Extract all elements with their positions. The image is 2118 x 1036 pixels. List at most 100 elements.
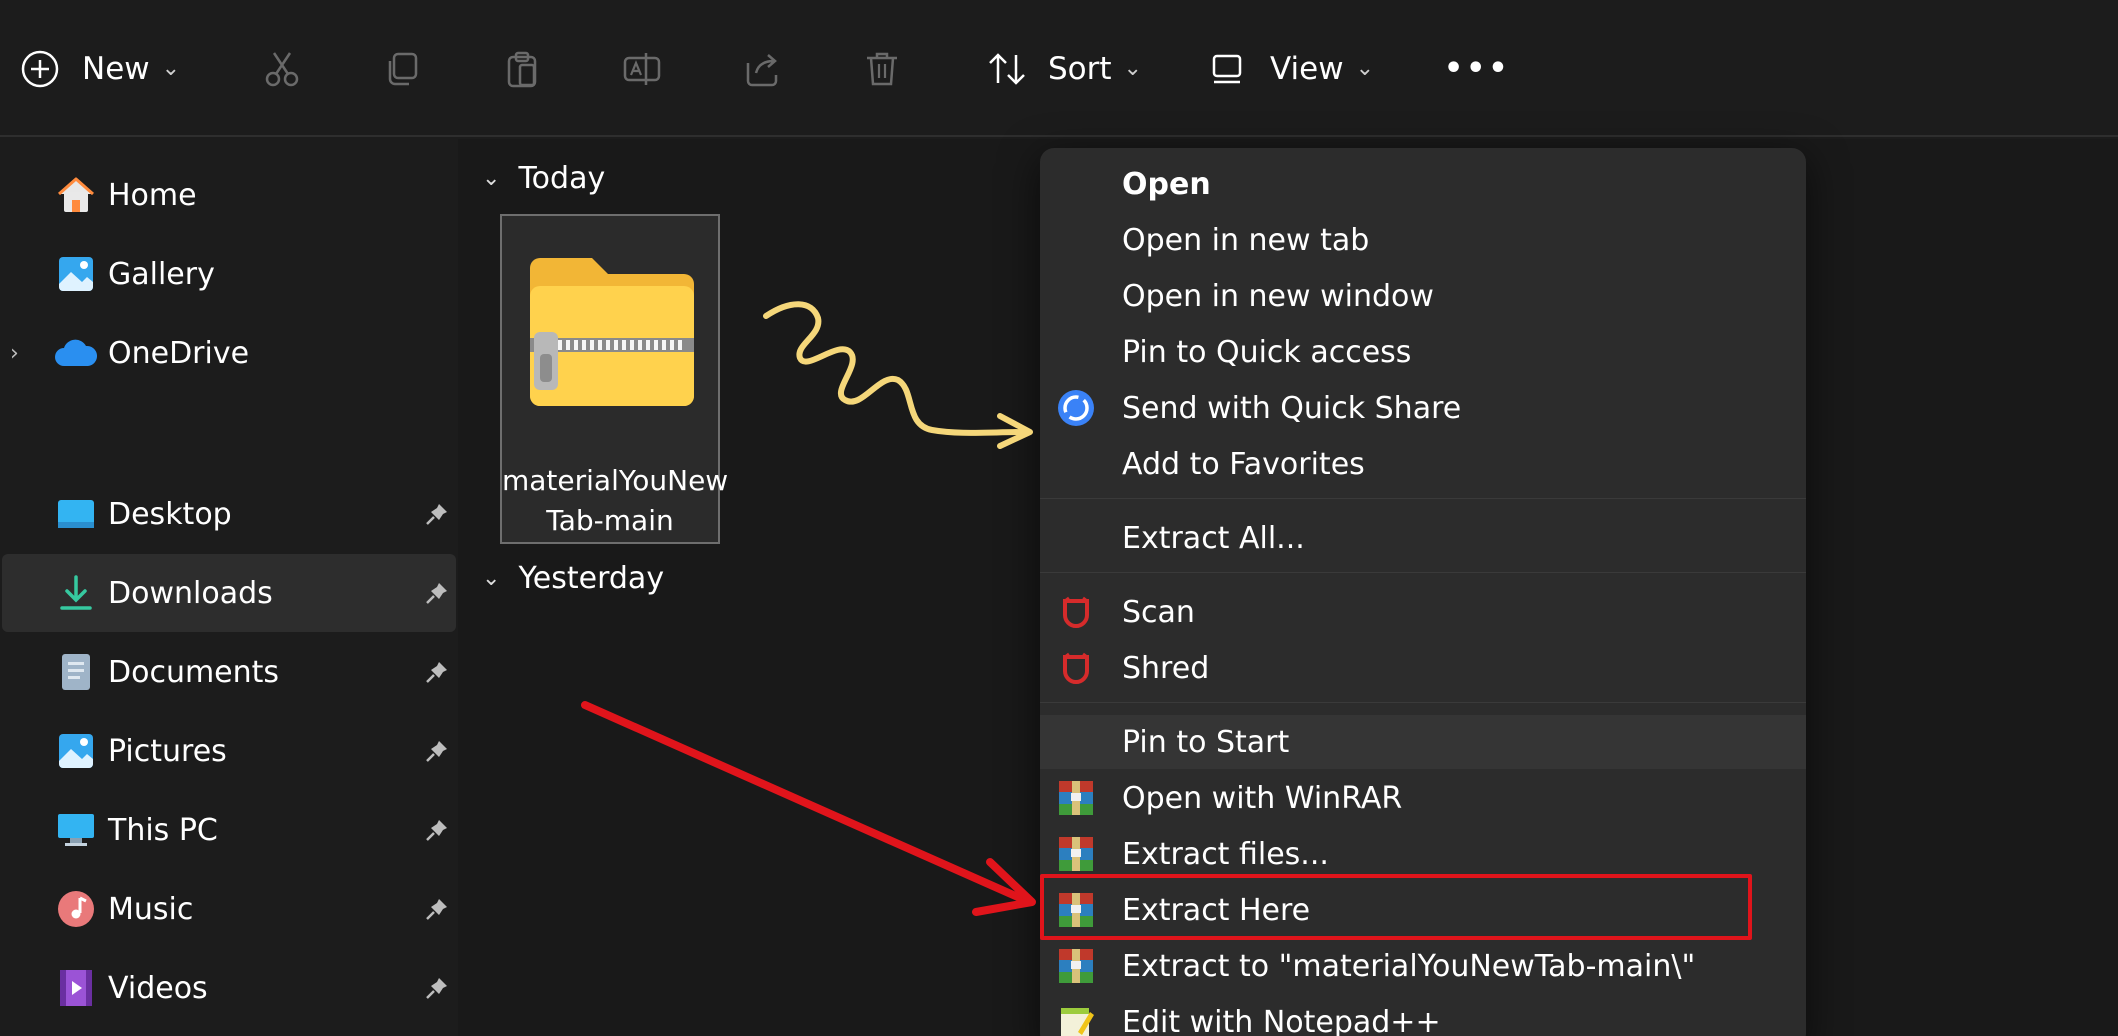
sort-label: Sort bbox=[1048, 50, 1112, 87]
view-icon bbox=[1210, 51, 1244, 87]
sidebar-item-label: Desktop bbox=[108, 496, 232, 532]
menu-item-label: Extract All... bbox=[1122, 520, 1305, 556]
file-name-line: materialYouNew bbox=[502, 464, 729, 497]
sort-button[interactable]: Sort ⌄ bbox=[986, 0, 1142, 137]
delete-button[interactable] bbox=[862, 0, 902, 137]
menu-item-label: Edit with Notepad++ bbox=[1122, 1004, 1441, 1036]
menu-separator bbox=[1040, 702, 1806, 703]
share-icon bbox=[742, 49, 782, 89]
antivirus-icon bbox=[1054, 590, 1098, 634]
menu-item-open-winrar[interactable]: Open with WinRAR bbox=[1040, 771, 1806, 825]
copy-icon bbox=[382, 49, 422, 89]
group-header-yesterday[interactable]: ⌄ Yesterday bbox=[482, 561, 664, 596]
rename-icon bbox=[622, 49, 662, 89]
sidebar-item-label: Home bbox=[108, 177, 197, 213]
more-icon: ••• bbox=[1444, 51, 1511, 86]
home-icon bbox=[54, 173, 98, 217]
file-name-line: Tab-main bbox=[546, 504, 674, 537]
chevron-down-icon: ⌄ bbox=[1355, 56, 1375, 81]
menu-item-add-favorites[interactable]: Add to Favorites bbox=[1040, 437, 1806, 491]
navigation-pane: Home Gallery › OneDrive Desktop Download… bbox=[0, 139, 458, 1036]
sidebar-item-label: This PC bbox=[108, 812, 218, 848]
pin-icon[interactable] bbox=[422, 973, 452, 1003]
sidebar-item-label: OneDrive bbox=[108, 335, 250, 371]
menu-item-scan[interactable]: Scan bbox=[1040, 585, 1806, 639]
menu-item-label: Pin to Quick access bbox=[1122, 334, 1412, 370]
chevron-down-icon: ⌄ bbox=[482, 566, 501, 591]
chevron-down-icon: ⌄ bbox=[482, 166, 501, 191]
menu-separator bbox=[1040, 498, 1806, 499]
menu-item-shred[interactable]: Shred bbox=[1040, 641, 1806, 695]
sidebar-item-onedrive[interactable]: › OneDrive bbox=[2, 314, 456, 392]
pin-icon[interactable] bbox=[422, 736, 452, 766]
sidebar-item-label: Videos bbox=[108, 970, 208, 1006]
menu-item-label: Extract to "materialYouNewTab-main\" bbox=[1122, 948, 1696, 984]
winrar-icon bbox=[1054, 776, 1098, 820]
new-button[interactable]: New ⌄ bbox=[20, 0, 180, 137]
music-icon bbox=[54, 887, 98, 931]
menu-item-label: Open in new tab bbox=[1122, 222, 1370, 258]
antivirus-icon bbox=[1054, 646, 1098, 690]
winrar-icon bbox=[1054, 832, 1098, 876]
sidebar-item-label: Documents bbox=[108, 654, 280, 690]
menu-item-open[interactable]: Open bbox=[1040, 157, 1806, 211]
winrar-icon bbox=[1054, 944, 1098, 988]
menu-item-quick-share[interactable]: Send with Quick Share bbox=[1040, 381, 1806, 435]
cut-button[interactable] bbox=[262, 0, 302, 137]
menu-item-pin-start[interactable]: Pin to Start bbox=[1040, 715, 1806, 769]
menu-item-open-new-window[interactable]: Open in new window bbox=[1040, 269, 1806, 323]
view-button[interactable]: View ⌄ bbox=[1210, 0, 1374, 137]
videos-icon bbox=[54, 966, 98, 1010]
group-label: Today bbox=[518, 161, 606, 196]
notepadpp-icon bbox=[1054, 1000, 1098, 1036]
menu-item-label: Open bbox=[1122, 166, 1211, 202]
file-item[interactable]: materialYouNew Tab-main bbox=[500, 214, 729, 544]
delete-icon bbox=[862, 49, 902, 89]
pin-icon[interactable] bbox=[422, 499, 452, 529]
menu-item-label: Open in new window bbox=[1122, 278, 1434, 314]
sidebar-item-pictures[interactable]: Pictures bbox=[2, 712, 456, 790]
menu-item-edit-notepadpp[interactable]: Edit with Notepad++ bbox=[1040, 995, 1806, 1036]
pin-icon[interactable] bbox=[422, 578, 452, 608]
plus-circle-icon bbox=[20, 49, 60, 89]
pin-icon[interactable] bbox=[422, 894, 452, 924]
group-header-today[interactable]: ⌄ Today bbox=[482, 161, 605, 196]
menu-item-extract-to-folder[interactable]: Extract to "materialYouNewTab-main\" bbox=[1040, 939, 1806, 993]
sidebar-item-videos[interactable]: Videos bbox=[2, 949, 456, 1027]
sidebar-item-music[interactable]: Music bbox=[2, 870, 456, 948]
sidebar-item-downloads[interactable]: Downloads bbox=[2, 554, 456, 632]
command-bar: New ⌄ Sort ⌄ View ⌄ ••• bbox=[0, 0, 2118, 137]
documents-icon bbox=[54, 650, 98, 694]
download-icon bbox=[54, 571, 98, 615]
pictures-icon bbox=[54, 729, 98, 773]
sidebar-item-this-pc[interactable]: This PC bbox=[2, 791, 456, 869]
copy-button[interactable] bbox=[382, 0, 422, 137]
paste-icon bbox=[502, 49, 542, 89]
sidebar-item-home[interactable]: Home bbox=[2, 156, 456, 234]
menu-item-open-new-tab[interactable]: Open in new tab bbox=[1040, 213, 1806, 267]
pin-icon[interactable] bbox=[422, 657, 452, 687]
menu-item-extract-all[interactable]: Extract All... bbox=[1040, 511, 1806, 565]
sidebar-item-gallery[interactable]: Gallery bbox=[2, 235, 456, 313]
menu-item-label: Scan bbox=[1122, 594, 1195, 630]
cloud-icon bbox=[54, 331, 98, 375]
share-button[interactable] bbox=[742, 0, 782, 137]
menu-item-label: Extract files... bbox=[1122, 836, 1329, 872]
more-options-button[interactable]: ••• bbox=[1444, 0, 1511, 137]
menu-item-pin-quick-access[interactable]: Pin to Quick access bbox=[1040, 325, 1806, 379]
rename-button[interactable] bbox=[622, 0, 662, 137]
pin-icon[interactable] bbox=[422, 815, 452, 845]
cut-icon bbox=[262, 49, 302, 89]
desktop-icon bbox=[54, 492, 98, 536]
sidebar-item-documents[interactable]: Documents bbox=[2, 633, 456, 711]
chevron-down-icon: ⌄ bbox=[161, 56, 181, 81]
paste-button[interactable] bbox=[502, 0, 542, 137]
highlight-box bbox=[1040, 874, 1752, 940]
sort-icon bbox=[986, 49, 1030, 89]
sidebar-item-desktop[interactable]: Desktop bbox=[2, 475, 456, 553]
menu-item-label: Send with Quick Share bbox=[1122, 390, 1462, 426]
chevron-right-icon[interactable]: › bbox=[10, 341, 19, 366]
gallery-icon bbox=[54, 252, 98, 296]
menu-item-extract-files[interactable]: Extract files... bbox=[1040, 827, 1806, 881]
menu-separator bbox=[1040, 572, 1806, 573]
